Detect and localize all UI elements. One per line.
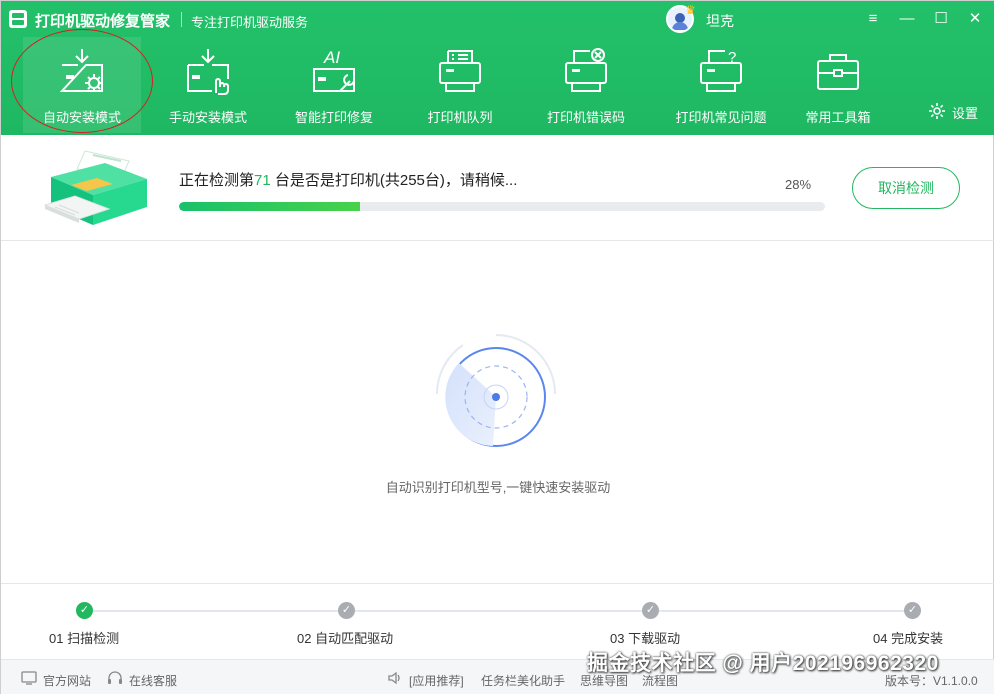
- ai-repair-icon: AI: [313, 48, 355, 92]
- nav-label: 手动安装模式: [168, 110, 247, 125]
- nav-toolbox[interactable]: 常用工具箱: [779, 37, 897, 133]
- step-check-icon: ✓: [904, 602, 921, 619]
- nav-label: 打印机常见问题: [675, 110, 767, 125]
- toolbox-icon: [817, 54, 859, 90]
- printer-error-icon: [565, 48, 607, 92]
- progress-percent: 28%: [785, 177, 812, 192]
- step-label: 02 自动匹配驱动: [297, 631, 394, 646]
- app-title: 打印机驱动修复管家: [35, 13, 171, 30]
- speaker-icon: [388, 671, 400, 685]
- nav-printer-queue[interactable]: 打印机队列: [401, 37, 519, 133]
- title-divider: [181, 12, 182, 27]
- steps-track: [85, 610, 913, 612]
- watermark: 掘金技术社区 @ 用户2021969623​20: [587, 652, 939, 675]
- progress-fill: [179, 202, 360, 211]
- printer-illustration: [43, 150, 147, 225]
- detect-current-count: 71: [254, 172, 271, 189]
- settings-label: 设置: [952, 106, 979, 121]
- gear-icon: [929, 103, 945, 119]
- printer-faq-icon: ?: [700, 49, 742, 92]
- svg-text:AI: AI: [323, 48, 340, 67]
- avatar-shirt: [672, 22, 688, 30]
- step-label: 04 完成安装: [873, 631, 944, 646]
- step-check-icon: ✓: [642, 602, 659, 619]
- cancel-detect-button[interactable]: 取消检测: [852, 167, 960, 209]
- nav-manual-install[interactable]: 手动安装模式: [149, 37, 267, 133]
- nav-printer-faq[interactable]: ? 打印机常见问题: [653, 37, 789, 133]
- progress-bar: [179, 202, 825, 211]
- app-recommend-label: [应用推荐]: [409, 674, 464, 688]
- minimize-button[interactable]: —: [897, 9, 917, 29]
- nav-label: 打印机队列: [427, 110, 493, 125]
- username[interactable]: 坦克: [706, 11, 734, 31]
- manual-install-icon: [187, 49, 229, 95]
- app-logo-icon: [9, 10, 27, 28]
- detect-status-text: 正在检测第71 台是否是打印机(共255台)，请稍候...: [179, 169, 517, 190]
- nav-label: 常用工具箱: [805, 110, 871, 125]
- headset-icon: [108, 671, 122, 684]
- online-service-link[interactable]: 在线客服: [129, 672, 177, 689]
- printer-queue-icon: [439, 50, 481, 92]
- step-label: 01 扫描检测: [49, 631, 120, 646]
- detect-text-suffix: 台是否是打印机(共255台)，请稍候...: [270, 172, 518, 189]
- detect-text-prefix: 正在检测第: [179, 172, 255, 189]
- vip-crown-icon: ♛: [685, 3, 696, 17]
- highlight-annotation-ring: [11, 29, 153, 133]
- official-website-link[interactable]: 官方网站: [43, 672, 91, 689]
- titlebar: 打印机驱动修复管家 专注打印机驱动服务 ♛ 坦克 ≡ — ☐ ✕: [1, 1, 994, 37]
- radar-scanner-icon: [435, 334, 556, 447]
- nav-ai-repair[interactable]: AI 智能打印修复: [275, 37, 393, 133]
- step-check-icon: ✓: [76, 602, 93, 619]
- radar-caption: 自动识别打印机型号,一键快速安装驱动: [385, 480, 611, 495]
- step-check-icon: ✓: [338, 602, 355, 619]
- menu-button[interactable]: ≡: [863, 9, 883, 29]
- app-window: 打印机驱动修复管家 专注打印机驱动服务 ♛ 坦克 ≡ — ☐ ✕ 自动安装模式 …: [0, 0, 994, 694]
- step-label: 03 下载驱动: [610, 631, 681, 646]
- nav-printer-error[interactable]: 打印机错误码: [527, 37, 645, 133]
- app-subtitle: 专注打印机驱动服务: [191, 15, 309, 30]
- detection-panel: 正在检测第71 台是否是打印机(共255台)，请稍候... 28% 取消检测: [1, 135, 994, 241]
- nav-label: 智能打印修复: [294, 110, 373, 125]
- website-icon: [21, 671, 37, 685]
- nav-label: 打印机错误码: [546, 110, 625, 125]
- close-button[interactable]: ✕: [965, 9, 985, 29]
- maximize-button[interactable]: ☐: [931, 9, 951, 29]
- taskbar-helper-link[interactable]: 任务栏美化助手: [481, 672, 565, 689]
